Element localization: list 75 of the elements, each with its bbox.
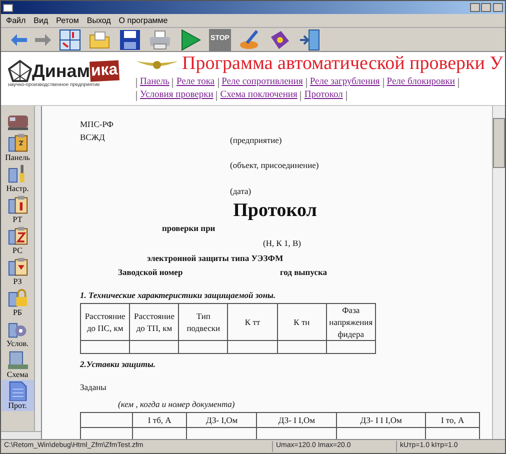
sidebar-item[interactable]: Настр. [2,163,34,194]
nav-link[interactable]: Панель [140,76,170,89]
table-header-cell: Расстояние до ПС, км [80,303,130,340]
sidebar-item[interactable]: Прот. [2,380,34,411]
app-icon [3,4,13,12]
logo-emblem-icon [8,60,32,82]
clipboard-icon [6,257,28,277]
scrollbar[interactable] [34,106,41,431]
organization-text: МПС-РФ [80,118,114,131]
vertical-scrollbar[interactable] [492,106,505,439]
enterprise-hint: (предприятие) [230,134,282,146]
sidebar-item[interactable]: Схема [2,349,34,380]
table-header-cell: К тн [277,303,326,340]
printer-icon[interactable] [149,28,171,50]
horizontal-scrollbar[interactable] [1,431,41,439]
nav-link[interactable]: Реле блокировки [386,76,455,89]
logo-text: Динам [32,62,90,80]
table-header-cell: Расстояние до ТП, км [130,303,179,340]
minimize-button[interactable] [470,3,480,12]
folder-icon[interactable] [89,28,111,50]
server-icon [6,350,28,370]
clipboard-icon [6,226,28,246]
given-hint: (кем , когда и номер документа) [118,398,236,411]
sidebar-item[interactable]: РБ [2,287,34,318]
clipboard-icon [6,195,28,215]
mode-hint: (Н, К 1, В) [263,236,302,250]
nav-link[interactable]: Схема поключения [220,89,298,102]
table-header-cell: ДЗ- I I I,Ом [336,412,426,428]
date-hint: (дата) [230,185,252,198]
nav-link[interactable]: Реле загрубления [310,76,380,89]
nav-link[interactable]: Условия проверки [140,89,214,102]
document-icon [6,381,28,401]
table-header-cell: ДЗ- I,Ом [186,412,257,428]
door-exit-icon[interactable] [299,28,321,50]
table-header-cell: I то, А [426,412,480,428]
object-hint: (объект, присоединение) [230,158,320,172]
menu-item[interactable]: Выход [86,14,111,26]
nav-link[interactable]: Реле тока [176,76,215,89]
program-title: Программа автоматической проверки У [182,54,504,73]
padlock-icon [6,288,28,308]
help-book-icon[interactable] [269,28,291,50]
clipboard-icon [6,133,28,153]
nav-link[interactable]: Протокол [304,89,343,102]
given-label: Заданы [80,380,108,394]
scroll-thumb[interactable] [493,118,505,168]
menu-item[interactable]: Ретом [56,14,79,26]
nav-link[interactable]: Реле сопротивления [222,76,303,89]
close-button[interactable] [493,3,503,12]
forward-arrow-icon[interactable] [35,34,51,46]
table-header-cell: I тб, А [132,412,187,428]
menu-item[interactable]: Файл [6,14,26,26]
table-header-cell: Тип подвески [178,303,228,340]
back-arrow-icon[interactable] [11,34,27,46]
device-type-text: электронной защиты типа УЭЗФМ [147,252,284,264]
sidebar-item[interactable]: Панель [2,132,34,163]
release-year-label: год выпуска [280,266,327,279]
sidebar-item[interactable]: РТ [2,194,34,225]
protocol-heading: Протокол [233,200,317,222]
sidebar-item[interactable]: РС [2,225,34,256]
section-heading: 1. Технические характеристики защищаемой зоны. [80,289,277,302]
section-heading: 2.Уставки защиты. [80,358,156,370]
sidebar-item[interactable]: Услов. [2,318,34,349]
sidebar-item[interactable]: РЗ [2,256,34,287]
menu-item[interactable]: Вид [34,14,48,26]
check-subtitle: проверки при [162,222,216,235]
table-header-cell: Фаза напряжения фидера [326,303,376,340]
serial-number-label: Заводской номер [118,266,184,279]
logo-accent-text: ика [90,60,120,82]
grid-icon[interactable] [59,28,81,50]
brush-icon[interactable] [239,28,261,50]
table-header-cell: ДЗ- I I,Ом [256,412,336,428]
road-text: ВСЖД [80,130,106,144]
menu-item[interactable]: О программе [118,14,168,26]
table-header-cell: К тт [228,303,278,340]
maximize-button[interactable] [481,3,491,12]
